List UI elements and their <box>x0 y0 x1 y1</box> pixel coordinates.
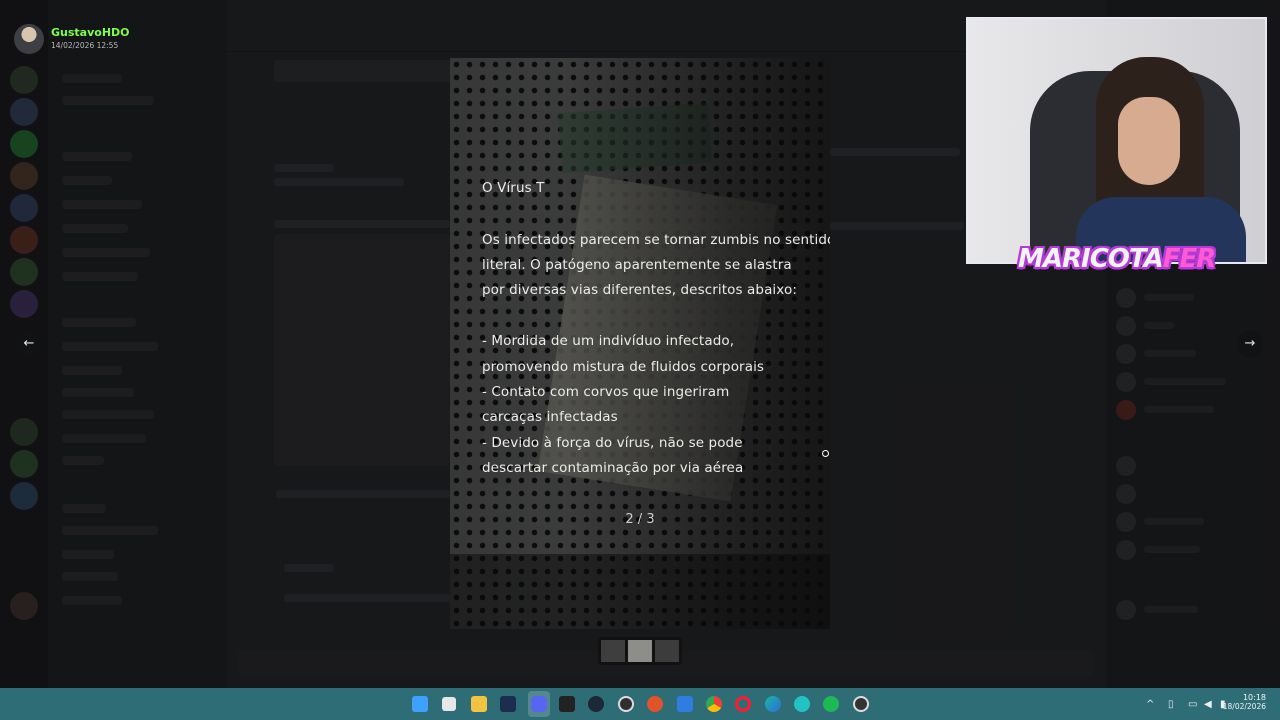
thumbnail-strip <box>598 637 682 665</box>
windows-start-icon[interactable] <box>412 696 428 712</box>
document-line: por diversas vias diferentes, descritos … <box>482 282 797 298</box>
streamer-logo: MARICOTAFER <box>1018 244 1217 274</box>
chrome-icon[interactable] <box>706 696 722 712</box>
app-icon[interactable] <box>677 696 693 712</box>
upload-date: 14/02/2026 12:55 <box>51 41 119 50</box>
app-icon[interactable] <box>647 696 663 712</box>
image-viewer[interactable]: O Vírus T Os infectados parecem se torna… <box>450 58 830 629</box>
spotify-icon[interactable] <box>823 696 839 712</box>
app-icon[interactable] <box>500 696 516 712</box>
task-view-icon[interactable] <box>442 697 456 711</box>
obs-icon[interactable] <box>618 696 634 712</box>
thumbnail-3[interactable] <box>655 640 679 662</box>
app-root: GustavoHDO 14/02/2026 12:55 O Vírus T Os… <box>0 0 1280 720</box>
mouse-cursor <box>822 450 829 457</box>
next-image-button[interactable]: → <box>1237 331 1263 357</box>
edge-icon[interactable] <box>765 696 781 712</box>
document-line: carcaças infectadas <box>482 409 618 425</box>
tray-chevron-icon[interactable]: ^ <box>1146 699 1154 710</box>
user-avatar[interactable] <box>14 24 44 54</box>
steam-icon[interactable] <box>588 696 604 712</box>
streamer-face <box>1118 97 1180 185</box>
document-line: promovendo mistura de fluidos corporais <box>482 359 765 375</box>
document-line: - Devido à força do vírus, não se pode <box>482 435 743 451</box>
logo-text-accent: FER <box>1162 244 1217 274</box>
previous-image-button[interactable]: ← <box>16 331 42 357</box>
file-explorer-icon[interactable] <box>471 696 487 712</box>
document-line: - Mordida de um indivíduo infectado, <box>482 333 735 349</box>
logo-text: MARICOTA <box>1018 244 1164 274</box>
app-icon[interactable] <box>853 696 869 712</box>
document-title: O Vírus T <box>482 180 545 196</box>
discord-icon[interactable] <box>531 696 547 712</box>
windows-taskbar: ^ ▯ ▭ ◀ ▮ 10:18 18/02/2026 <box>0 688 1280 720</box>
thumbnail-1[interactable] <box>601 640 625 662</box>
document-line: literal. O patógeno aparentemente se ala… <box>482 257 792 273</box>
epic-games-icon[interactable] <box>559 696 575 712</box>
arrow-left-icon: ← <box>23 336 35 351</box>
tray-app-icon[interactable]: ▯ <box>1168 699 1174 710</box>
opera-icon[interactable] <box>735 696 751 712</box>
system-clock[interactable]: 10:18 18/02/2026 <box>1223 693 1266 711</box>
document-line: descartar contaminação por via aérea <box>482 460 744 476</box>
network-icon[interactable]: ▭ <box>1188 699 1197 710</box>
thumbnail-2[interactable] <box>628 640 652 662</box>
document-line: Os infectados parecem se tornar zumbis n… <box>482 232 830 248</box>
app-icon[interactable] <box>794 696 810 712</box>
volume-icon[interactable]: ◀ <box>1204 699 1212 710</box>
clock-date: 18/02/2026 <box>1222 702 1266 711</box>
clock-time: 10:18 <box>1242 693 1266 702</box>
uploader-name[interactable]: GustavoHDO <box>51 26 130 39</box>
page-indicator: 2 / 3 <box>625 512 655 527</box>
arrow-right-icon: → <box>1244 336 1256 351</box>
document-line: - Contato com corvos que ingeriram <box>482 384 730 400</box>
webcam-feed <box>966 17 1267 264</box>
